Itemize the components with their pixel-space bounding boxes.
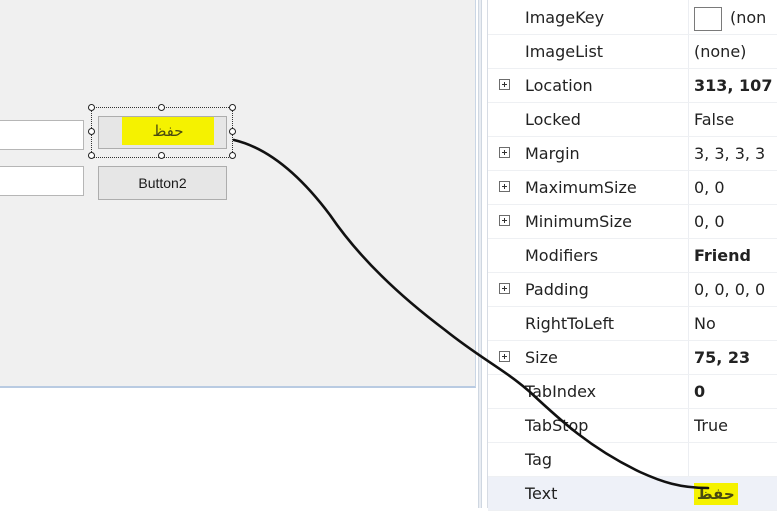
- textbox-1[interactable]: [0, 120, 84, 150]
- property-name: RightToLeft: [525, 314, 615, 333]
- property-value[interactable]: حفظ: [694, 477, 777, 511]
- property-name: Locked: [525, 110, 581, 129]
- expand-plus-icon[interactable]: [499, 79, 510, 90]
- property-value[interactable]: True: [694, 409, 777, 443]
- property-row-tabstop[interactable]: TabStop True: [488, 409, 777, 443]
- property-name: MinimumSize: [525, 212, 632, 231]
- property-name: Modifiers: [525, 246, 599, 265]
- resize-handle-top-right[interactable]: [229, 104, 236, 111]
- property-row-righttoleft[interactable]: RightToLeft No: [488, 307, 777, 341]
- resize-handle-bottom-left[interactable]: [88, 152, 95, 159]
- expand-plus-icon[interactable]: [499, 181, 510, 192]
- property-value[interactable]: 313, 107: [694, 69, 777, 103]
- property-row-locked[interactable]: Locked False: [488, 103, 777, 137]
- property-name: Location: [525, 76, 593, 95]
- resize-handle-right[interactable]: [229, 128, 236, 135]
- property-value[interactable]: (non: [694, 1, 777, 35]
- form-canvas[interactable]: حفظ Button2: [0, 0, 476, 388]
- property-value-text: حفظ: [694, 483, 738, 505]
- property-name: Tag: [525, 450, 553, 469]
- property-row-imagekey[interactable]: ImageKey (non: [488, 1, 777, 35]
- property-value[interactable]: 0, 0, 0, 0: [694, 273, 777, 307]
- property-name: MaximumSize: [525, 178, 637, 197]
- property-row-padding[interactable]: Padding 0, 0, 0, 0: [488, 273, 777, 307]
- property-value[interactable]: 0: [694, 375, 777, 409]
- panel-splitter[interactable]: [478, 0, 482, 508]
- property-value-text: (non: [730, 8, 767, 27]
- property-value[interactable]: 75, 23: [694, 341, 777, 375]
- property-name: Margin: [525, 144, 580, 163]
- property-value[interactable]: [694, 443, 777, 477]
- resize-handle-left[interactable]: [88, 128, 95, 135]
- property-name: ImageKey: [525, 8, 605, 27]
- property-name: TabStop: [525, 416, 589, 435]
- expand-plus-icon[interactable]: [499, 147, 510, 158]
- expand-plus-icon[interactable]: [499, 351, 510, 362]
- expand-plus-icon[interactable]: [499, 283, 510, 294]
- property-value[interactable]: No: [694, 307, 777, 341]
- properties-grid: ImageKey (non ImageList (none) Location 313, …: [487, 0, 777, 511]
- property-row-maximumsize[interactable]: MaximumSize 0, 0: [488, 171, 777, 205]
- textbox-2[interactable]: [0, 166, 84, 196]
- resize-handle-bottom-right[interactable]: [229, 152, 236, 159]
- property-row-minimumsize[interactable]: MinimumSize 0, 0: [488, 205, 777, 239]
- property-value[interactable]: False: [694, 103, 777, 137]
- property-row-margin[interactable]: Margin 3, 3, 3, 3: [488, 137, 777, 171]
- property-row-size[interactable]: Size 75, 23: [488, 341, 777, 375]
- property-name: Text: [525, 484, 558, 503]
- property-name: ImageList: [525, 42, 604, 61]
- property-value[interactable]: Friend: [694, 239, 777, 273]
- property-row-text[interactable]: Text حفظ: [488, 477, 777, 511]
- property-name: TabIndex: [525, 382, 597, 401]
- resize-handle-top[interactable]: [158, 104, 165, 111]
- property-row-tabindex[interactable]: TabIndex 0: [488, 375, 777, 409]
- button2-control[interactable]: Button2: [98, 166, 227, 200]
- property-name: Size: [525, 348, 558, 367]
- property-row-modifiers[interactable]: Modifiers Friend: [488, 239, 777, 273]
- property-row-tag[interactable]: Tag: [488, 443, 777, 477]
- property-value[interactable]: 0, 0: [694, 171, 777, 205]
- property-name: Padding: [525, 280, 589, 299]
- image-swatch-icon: [694, 6, 722, 31]
- expand-plus-icon[interactable]: [499, 215, 510, 226]
- property-row-imagelist[interactable]: ImageList (none): [488, 35, 777, 69]
- selection-frame: [91, 107, 233, 158]
- property-value[interactable]: (none): [694, 35, 777, 69]
- property-row-location[interactable]: Location 313, 107: [488, 69, 777, 103]
- property-value[interactable]: 0, 0: [694, 205, 777, 239]
- resize-handle-top-left[interactable]: [88, 104, 95, 111]
- resize-handle-bottom[interactable]: [158, 152, 165, 159]
- form-designer-surface: حفظ Button2: [0, 0, 478, 508]
- property-value[interactable]: 3, 3, 3, 3: [694, 137, 777, 171]
